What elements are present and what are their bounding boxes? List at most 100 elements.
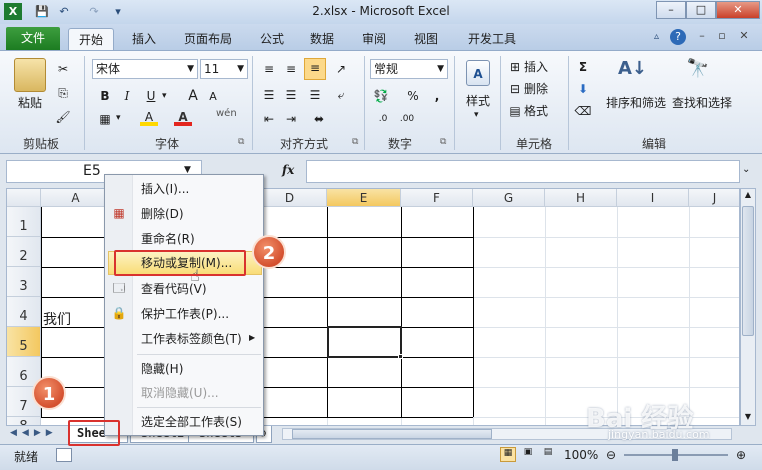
tab-home[interactable]: 开始 [68, 28, 114, 50]
fill-handle[interactable] [398, 354, 403, 359]
align-center-icon[interactable]: ☰ [282, 86, 300, 104]
paste-icon[interactable] [14, 58, 46, 92]
menu-item-delete[interactable]: 删除(D) [141, 204, 184, 224]
macro-record-icon[interactable] [56, 448, 72, 462]
number-format-combo[interactable]: 常规 ▼ [370, 59, 448, 79]
help-icon[interactable]: ? [670, 29, 686, 45]
tab-data[interactable]: 数据 [302, 28, 342, 50]
clear-icon[interactable]: ⌫ [574, 102, 592, 120]
column-header[interactable]: G [473, 189, 545, 207]
tab-review[interactable]: 审阅 [354, 28, 394, 50]
chevron-down-icon[interactable]: ▾ [116, 113, 121, 123]
percent-button[interactable]: % [404, 87, 422, 105]
column-header[interactable]: A [41, 189, 111, 207]
page-layout-view-icon[interactable]: ▣ [520, 447, 536, 462]
accounting-format-icon[interactable]: 💱 [372, 87, 390, 105]
styles-icon[interactable]: A [466, 60, 490, 86]
insert-function-button[interactable]: fx [282, 163, 294, 177]
workbook-minimize-icon[interactable]: – [694, 29, 710, 45]
format-cells-button[interactable]: 格式 [524, 102, 548, 120]
sheet-nav-arrows-icon[interactable]: ◀◀▶▶ [10, 428, 58, 438]
row-header[interactable]: 2 [7, 237, 41, 267]
expand-formula-icon[interactable]: ⌄ [742, 164, 750, 175]
menu-item-insert[interactable]: 插入(I)... [141, 179, 189, 199]
menu-item-hide[interactable]: 隐藏(H) [141, 359, 183, 379]
horizontal-scroll-thumb[interactable] [292, 429, 492, 439]
active-cell-e5[interactable] [327, 326, 402, 358]
format-cells-icon[interactable]: ▤ [506, 102, 524, 120]
format-painter-icon[interactable]: 🖌 [54, 108, 72, 126]
chevron-down-icon[interactable]: ▾ [162, 91, 167, 101]
menu-item-select-all-sheets[interactable]: 选定全部工作表(S) [141, 412, 242, 432]
page-break-view-icon[interactable]: ▤ [540, 447, 556, 462]
zoom-level[interactable]: 100% [564, 448, 598, 462]
maximize-button[interactable]: □ [686, 1, 716, 19]
row-header[interactable]: 1 [7, 207, 41, 237]
column-header[interactable]: F [401, 189, 473, 207]
workbook-close-icon[interactable]: ✕ [736, 29, 752, 45]
find-select-button[interactable]: 查找和选择 [670, 94, 734, 111]
borders-icon[interactable]: ▦ [96, 110, 114, 128]
tab-insert[interactable]: 插入 [124, 28, 164, 50]
column-header[interactable]: H [545, 189, 617, 207]
merge-center-icon[interactable]: ⬌ [310, 110, 328, 128]
align-bottom-icon[interactable]: ≡ [304, 58, 326, 80]
increase-indent-icon[interactable]: ⇥ [282, 110, 300, 128]
copy-icon[interactable]: ⎘ [54, 84, 72, 102]
minimize-button[interactable]: – [656, 1, 686, 19]
grow-font-button[interactable]: A [184, 87, 202, 105]
row-header-selected[interactable]: 5 [7, 327, 41, 357]
delete-cells-button[interactable]: 删除 [524, 80, 548, 98]
shrink-font-button[interactable]: A [204, 88, 222, 106]
autosum-icon[interactable]: Σ [574, 58, 592, 76]
tab-developer[interactable]: 开发工具 [460, 28, 524, 50]
zoom-slider-thumb[interactable] [672, 449, 678, 461]
tab-formulas[interactable]: 公式 [252, 28, 292, 50]
column-header[interactable]: J [689, 189, 739, 207]
row-header[interactable]: 8 [7, 417, 41, 425]
decrease-decimal-icon[interactable]: .00 [398, 110, 416, 128]
paste-button-label[interactable]: 粘贴 [8, 94, 52, 111]
fill-icon[interactable]: ⬇ [574, 80, 592, 98]
scroll-down-icon[interactable]: ▼ [742, 412, 754, 424]
comma-style-button[interactable]: , [428, 87, 446, 105]
normal-view-icon[interactable]: ▦ [500, 447, 516, 462]
sort-filter-button[interactable]: 排序和筛选 [604, 94, 668, 111]
close-button[interactable]: ✕ [716, 1, 760, 19]
row-header[interactable]: 4 [7, 297, 41, 327]
tab-page-layout[interactable]: 页面布局 [176, 28, 240, 50]
scroll-up-icon[interactable]: ▲ [742, 190, 754, 202]
italic-button[interactable]: I [118, 87, 136, 105]
workbook-restore-icon[interactable]: ▫ [714, 29, 730, 45]
menu-item-tab-color[interactable]: 工作表标签颜色(T) [141, 329, 242, 349]
align-right-icon[interactable]: ☰ [306, 86, 324, 104]
dialog-launcher-icon[interactable]: ⧉ [440, 137, 446, 147]
phonetic-guide-icon[interactable]: wén [216, 108, 237, 119]
tab-file[interactable]: 文件 [6, 27, 60, 50]
decrease-indent-icon[interactable]: ⇤ [260, 110, 278, 128]
cut-icon[interactable]: ✂ [54, 60, 72, 78]
insert-cells-icon[interactable]: ⊞ [506, 58, 524, 76]
row-header[interactable]: 3 [7, 267, 41, 297]
menu-item-rename[interactable]: 重命名(R) [141, 229, 195, 249]
minimize-ribbon-icon[interactable]: ▵ [654, 31, 666, 45]
bold-button[interactable]: B [96, 87, 114, 105]
font-name-combo[interactable]: 宋体 ▼ [92, 59, 198, 79]
sort-filter-icon[interactable]: A↓ [618, 58, 647, 88]
zoom-out-icon[interactable]: ⊖ [606, 448, 616, 462]
increase-decimal-icon[interactable]: .0 [374, 110, 392, 128]
fill-color-icon[interactable]: A [140, 110, 158, 126]
align-left-icon[interactable]: ☰ [260, 86, 278, 104]
column-header-selected[interactable]: E [327, 189, 401, 207]
select-all-button[interactable] [7, 189, 41, 207]
font-color-icon[interactable]: A [174, 110, 192, 126]
orientation-icon[interactable]: ↗ [332, 60, 350, 78]
align-top-icon[interactable]: ≡ [260, 60, 278, 78]
font-size-combo[interactable]: 11 ▼ [200, 59, 248, 79]
scroll-thumb[interactable] [742, 206, 754, 336]
wrap-text-icon[interactable]: ⤶ [332, 86, 350, 104]
zoom-in-icon[interactable]: ⊕ [736, 448, 746, 462]
tab-view[interactable]: 视图 [406, 28, 446, 50]
dialog-launcher-icon[interactable]: ⧉ [238, 137, 244, 147]
underline-button[interactable]: U [142, 87, 160, 105]
